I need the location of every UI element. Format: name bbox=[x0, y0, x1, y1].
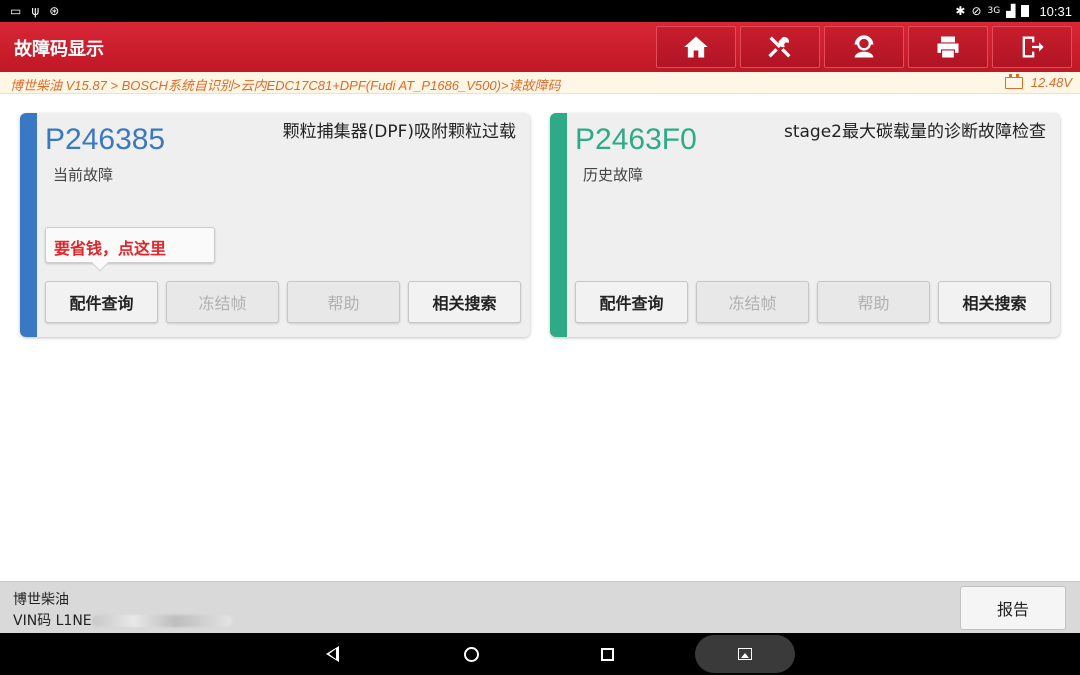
vin-redacted bbox=[91, 615, 232, 627]
home-icon bbox=[684, 36, 708, 58]
report-button[interactable]: 报告 bbox=[960, 586, 1066, 630]
fault-description: stage2最大碳载量的诊断故障检查 bbox=[783, 122, 1046, 142]
system-nav-bar bbox=[0, 633, 1080, 675]
car-battery-icon bbox=[1004, 73, 1023, 89]
related-search-button[interactable]: 相关搜索 bbox=[408, 281, 521, 323]
wrench-screwdriver-icon bbox=[768, 36, 791, 58]
usb-notification-icon: ψ bbox=[31, 4, 40, 18]
fault-actions: 配件查询 冻结帧 帮助 相关搜索 bbox=[575, 281, 1051, 323]
fault-actions: 配件查询 冻结帧 帮助 相关搜索 bbox=[45, 281, 521, 323]
save-money-label: 要省钱，点这里 bbox=[54, 239, 167, 258]
vin-row: VIN码 L1NE bbox=[13, 610, 232, 630]
screenshot-button[interactable] bbox=[695, 635, 795, 673]
breadcrumb: 博世柴油 V15.87 > BOSCH系统自识别>云内EDC17C81+DPF(… bbox=[10, 78, 561, 93]
printer-icon bbox=[937, 36, 959, 58]
home-nav-icon[interactable] bbox=[464, 647, 479, 662]
breadcrumb-bar: 博世柴油 V15.87 > BOSCH系统自识别>云内EDC17C81+DPF(… bbox=[0, 72, 1080, 94]
vehicle-footer: 博世柴油 VIN码 L1NE 报告 bbox=[0, 581, 1080, 633]
related-search-button[interactable]: 相关搜索 bbox=[938, 281, 1051, 323]
vin-label: VIN码 L1NE bbox=[13, 613, 92, 629]
parts-query-button[interactable]: 配件查询 bbox=[45, 281, 158, 323]
back-icon[interactable] bbox=[326, 646, 339, 662]
network-type-label: 3G bbox=[987, 6, 1001, 16]
signal-icon: ▟ bbox=[1006, 4, 1016, 18]
fault-code: P246385 bbox=[45, 123, 166, 156]
gallery-notification-icon: ▭ bbox=[10, 4, 22, 18]
toolbar bbox=[656, 26, 1072, 68]
clock: 10:31 bbox=[1039, 3, 1072, 19]
fault-card-accent bbox=[20, 113, 37, 337]
freeze-frame-button[interactable]: 冻结帧 bbox=[696, 281, 809, 323]
help-button[interactable]: 帮助 bbox=[817, 281, 930, 323]
image-icon bbox=[738, 648, 752, 660]
status-bar: ▭ ψ ⊛ ✱ ⊘ 3G ▟ 10:31 bbox=[0, 0, 1080, 22]
exit-icon bbox=[1022, 36, 1044, 58]
fault-card: P2463F0 stage2最大碳载量的诊断故障检查 历史故障 配件查询 冻结帧… bbox=[550, 113, 1060, 337]
fault-state: 当前故障 bbox=[53, 166, 114, 184]
support-button[interactable] bbox=[824, 26, 904, 68]
voltage-value: 12.48V bbox=[1030, 75, 1072, 90]
bluetooth-notification-icon: ⊛ bbox=[49, 4, 60, 18]
do-not-disturb-icon: ⊘ bbox=[971, 4, 982, 18]
print-button[interactable] bbox=[908, 26, 988, 68]
fault-code: P2463F0 bbox=[575, 123, 697, 156]
vehicle-brand: 博世柴油 bbox=[13, 592, 69, 608]
battery-icon bbox=[1021, 5, 1030, 17]
save-money-button[interactable]: 要省钱，点这里 bbox=[45, 227, 215, 272]
bluetooth-icon: ✱ bbox=[955, 4, 966, 18]
recent-apps-icon[interactable] bbox=[601, 648, 614, 661]
fault-card-accent bbox=[550, 113, 567, 337]
freeze-frame-button[interactable]: 冻结帧 bbox=[166, 281, 279, 323]
page-title: 故障码显示 bbox=[14, 39, 104, 60]
fault-card: P246385 颗粒捕集器(DPF)吸附颗粒过载 当前故障 要省钱，点这里 配件… bbox=[20, 113, 530, 337]
user-headset-icon bbox=[854, 35, 874, 58]
exit-button[interactable] bbox=[992, 26, 1072, 68]
battery-voltage: 12.48V bbox=[1004, 73, 1072, 90]
tools-button[interactable] bbox=[740, 26, 820, 68]
home-button[interactable] bbox=[656, 26, 736, 68]
help-button[interactable]: 帮助 bbox=[287, 281, 400, 323]
fault-state: 历史故障 bbox=[583, 166, 644, 184]
parts-query-button[interactable]: 配件查询 bbox=[575, 281, 688, 323]
fault-description: 颗粒捕集器(DPF)吸附颗粒过载 bbox=[282, 122, 516, 142]
app-header: 故障码显示 bbox=[0, 22, 1080, 72]
